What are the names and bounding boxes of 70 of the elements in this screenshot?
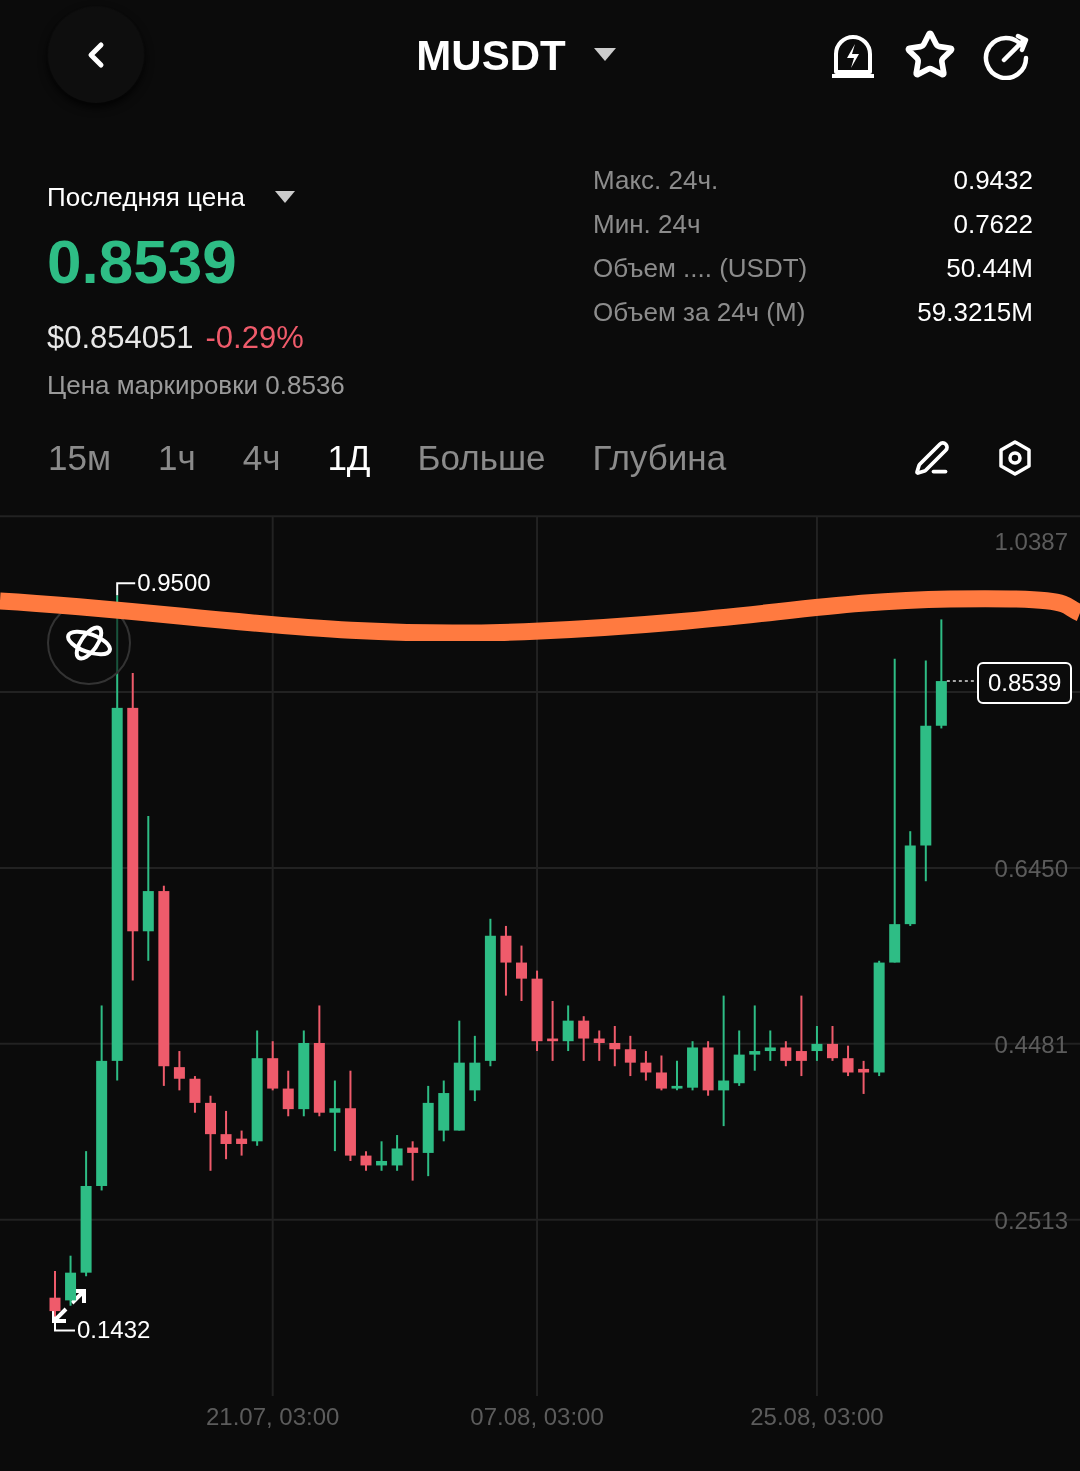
timeframe-tab[interactable]: 1ч (158, 431, 196, 485)
stat-label: Мин. 24ч (593, 207, 701, 241)
candle (376, 1140, 388, 1172)
candle (49, 1269, 61, 1318)
candle (391, 1134, 403, 1172)
price-change: -0.29% (205, 319, 304, 357)
candle (65, 1254, 77, 1307)
candle (220, 1109, 232, 1161)
axis-label: 1.0387 (994, 530, 1068, 554)
candle (562, 1004, 574, 1053)
dropdown-caret-icon[interactable] (593, 48, 616, 62)
candle (267, 1040, 279, 1092)
stat-value: 59.3215M (917, 295, 1033, 329)
timeframe-tab[interactable]: Больше (417, 431, 546, 485)
candle (236, 1129, 248, 1157)
candle (655, 1054, 667, 1092)
candle (578, 1015, 590, 1062)
candle (687, 1040, 699, 1092)
max-marker-line (116, 582, 137, 597)
candle (173, 1050, 185, 1092)
candle (516, 944, 527, 1002)
axis-label: 21.07, 03:00 (205, 1405, 340, 1429)
settings-icon[interactable] (998, 440, 1032, 476)
candle (624, 1034, 636, 1078)
price-leader-line (946, 680, 977, 682)
candle (407, 1140, 419, 1182)
stat-label: Объем за 24ч (M) (593, 295, 806, 329)
axis-label: 0.6450 (994, 856, 1068, 881)
timeframe-tab[interactable]: Глубина (592, 431, 727, 485)
axis-label: 0.4481 (994, 1032, 1068, 1057)
timeframe-tab[interactable]: 1Д (327, 431, 371, 485)
axis-label: 0.2513 (994, 1208, 1068, 1233)
candle (749, 1004, 761, 1072)
pair-title[interactable]: MUSDT (416, 23, 566, 87)
candle (547, 1000, 559, 1062)
candle (671, 1059, 683, 1092)
stat-value: 0.9432 (953, 163, 1033, 197)
stat-label: Объем .... (USDT) (593, 251, 808, 285)
price-type-label[interactable]: Последняя цена (47, 178, 245, 217)
max-price-label: 0.9500 (137, 571, 211, 596)
candle (640, 1050, 652, 1082)
candle (780, 1040, 792, 1068)
candle (858, 1059, 870, 1095)
draw-pen-icon[interactable] (914, 440, 950, 476)
candle (811, 1025, 823, 1062)
min-price-label: 0.1432 (77, 1318, 151, 1343)
price-tag: 0.8539 (977, 662, 1073, 705)
last-price: 0.8539 (47, 231, 238, 293)
stat-value: 0.7622 (953, 207, 1033, 241)
candle (842, 1044, 854, 1078)
timeframe-tab[interactable]: 15м (48, 431, 111, 485)
candle (827, 1025, 838, 1062)
candle (282, 1069, 294, 1118)
candle (360, 1150, 372, 1172)
candle (702, 1040, 714, 1097)
axis-label: 07.08, 03:00 (470, 1405, 604, 1429)
candle (764, 1029, 776, 1062)
stat-value: 50.44M (946, 251, 1033, 285)
dropdown-caret-icon[interactable] (275, 191, 295, 204)
candle (189, 1075, 201, 1114)
candle (593, 1029, 605, 1062)
candle (469, 1034, 481, 1103)
candle (609, 1025, 621, 1068)
mark-price: Цена маркировки 0.8536 (47, 368, 345, 402)
timeframe-tab[interactable]: 4ч (242, 431, 281, 485)
stat-label: Макс. 24ч. (593, 163, 719, 197)
usd-price: $0.854051 (47, 319, 194, 357)
candle (438, 1079, 450, 1143)
candle (733, 1029, 745, 1087)
axis-label: 25.08, 03:00 (750, 1405, 884, 1429)
